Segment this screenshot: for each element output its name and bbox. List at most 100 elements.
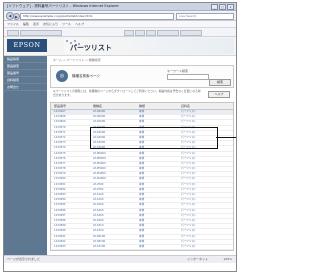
table-cell[interactable]: パーツリスト <box>181 240 197 244</box>
site-header: EPSON パーツリスト <box>4 37 236 56</box>
print-icon[interactable] <box>146 30 156 36</box>
banner: パーツリスト <box>64 38 234 54</box>
table-cell: 1234580 <box>54 177 66 181</box>
menu-favorites[interactable]: お気に入り <box>43 22 58 26</box>
maximize-button[interactable]: □ <box>219 4 226 10</box>
page-title: パーツリスト <box>70 44 112 52</box>
favorites-icon[interactable] <box>7 30 19 36</box>
table-cell[interactable]: パーツリスト <box>181 229 197 233</box>
table-cell[interactable]: パーツリスト <box>181 172 197 176</box>
table-cell: 1234575 <box>54 151 66 155</box>
feed-icon[interactable] <box>135 30 145 36</box>
table-cell: 本体 <box>139 161 145 165</box>
table-cell: LP-S200 <box>93 203 104 207</box>
table-cell[interactable]: パーツリスト <box>181 198 197 202</box>
table-cell[interactable]: パーツリスト <box>181 219 197 223</box>
tab-current[interactable] <box>20 30 62 36</box>
sidebar-item-products[interactable]: 製品情報 <box>4 56 47 63</box>
menu-file[interactable]: ファイル <box>7 22 19 26</box>
sidebar-item-contact[interactable]: お問合せ <box>4 84 47 91</box>
minimize-button[interactable]: _ <box>211 4 218 10</box>
table-cell: LP-S310 <box>93 224 104 228</box>
table-cell: 1234591 <box>54 234 66 238</box>
table-cell: 本体 <box>139 218 145 222</box>
table-cell: 本体 <box>139 167 145 171</box>
site-logo[interactable]: EPSON <box>7 39 47 52</box>
search-panel: ◎ 機種名検索ページ キーワード検索 検索 <box>50 65 234 88</box>
search-button[interactable]: 検索 <box>209 79 231 86</box>
address-field[interactable]: http://www.example.co.jp/parts/list/inde… <box>20 12 174 20</box>
sidebar-item-part-number[interactable]: 部品番号 <box>4 70 47 77</box>
table-cell: LP-M4000 <box>93 172 106 176</box>
sidebar-item-documents[interactable]: 資料検索 <box>4 77 47 84</box>
menu-view[interactable]: 表示 <box>33 22 39 26</box>
keyword-input[interactable] <box>167 74 209 80</box>
table-cell: 1234592 <box>54 239 66 243</box>
table-cell[interactable]: パーツリスト <box>181 193 197 197</box>
table-cell[interactable]: パーツリスト <box>181 115 197 119</box>
table-row[interactable]: 1234593 LP-S7100 本体 パーツリスト <box>51 245 233 251</box>
table-cell[interactable]: パーツリスト <box>181 224 197 228</box>
search-input[interactable]: Live Search <box>176 12 234 20</box>
table-cell[interactable]: パーツリスト <box>181 162 197 166</box>
close-button[interactable]: x <box>227 4 234 10</box>
zoom-level[interactable]: 100% <box>223 256 232 263</box>
parts-table: 部品番号 機種名 種類 資料名 1234567 LP-S6000 本体 パーツリスト 1… <box>50 102 234 252</box>
keyword-label: キーワード検索 <box>167 69 189 73</box>
table-cell: 本体 <box>139 177 145 181</box>
table-cell[interactable]: パーツリスト <box>181 157 197 161</box>
table-cell: LP-M4000 <box>93 177 106 181</box>
table-cell[interactable]: パーツリスト <box>181 245 197 249</box>
table-cell[interactable]: パーツリスト <box>181 188 197 192</box>
menu-edit[interactable]: 編集 <box>23 22 29 26</box>
table-cell: 1234573 <box>54 141 66 145</box>
table-cell: 1234576 <box>54 156 66 160</box>
table-cell[interactable]: パーツリスト <box>181 152 197 156</box>
address-bar-row: ◀ ▶ http://www.example.co.jp/parts/list/… <box>4 11 236 21</box>
table-cell: 1234581 <box>54 182 66 186</box>
table-cell: 1234570 <box>54 125 66 129</box>
status-text: ページが表示されました <box>7 257 40 261</box>
column-header[interactable]: 部品番号 <box>54 103 66 109</box>
column-header[interactable]: 種類 <box>139 103 145 109</box>
table-cell: 本体 <box>139 115 145 119</box>
table-cell[interactable]: パーツリスト <box>181 203 197 207</box>
table-cell[interactable]: パーツリスト <box>181 183 197 187</box>
menu-help[interactable]: ヘルプ <box>75 22 84 26</box>
table-cell: 1234571 <box>54 130 66 134</box>
status-bar: ページが表示されました インターネット 100% <box>4 255 236 263</box>
sidebar-item-parts-search[interactable]: 部品検索 <box>4 63 47 70</box>
table-cell: LP-S200 <box>93 208 104 212</box>
column-header[interactable]: 機種名 <box>93 103 102 109</box>
breadcrumb: ホーム > パーツリスト > 機種検索 <box>53 58 101 62</box>
help-button[interactable]: ヘルプ <box>208 91 230 98</box>
table-cell: 本体 <box>139 234 145 238</box>
table-cell: 1234584 <box>54 198 66 202</box>
table-cell: 1234589 <box>54 224 66 228</box>
web-page: EPSON パーツリスト 製品情報 部品検索 部品番号 資料検索 お問合せ ホー… <box>4 37 236 263</box>
title-bar: [ソフトウェア] - 資料番号パーツリスト - Windows Internet… <box>4 3 236 11</box>
table-cell: 1234582 <box>54 187 66 191</box>
table-cell: 本体 <box>139 156 145 160</box>
menu-tools[interactable]: ツール <box>62 22 71 26</box>
table-cell[interactable]: パーツリスト <box>181 177 197 181</box>
search-panel-icon: ◎ <box>56 70 68 82</box>
table-cell[interactable]: パーツリスト <box>181 214 197 218</box>
column-header[interactable]: 資料名 <box>181 103 190 109</box>
callout-highlight-box <box>90 127 218 149</box>
page-menu[interactable] <box>157 30 179 36</box>
table-cell[interactable]: パーツリスト <box>181 167 197 171</box>
table-cell: LP-M6000 <box>93 156 106 160</box>
forward-button[interactable]: ▶ <box>13 12 20 20</box>
table-cell[interactable]: パーツリスト <box>181 235 197 239</box>
home-icon[interactable] <box>124 30 134 36</box>
table-cell[interactable]: パーツリスト <box>181 110 197 114</box>
toolbar <box>4 28 236 37</box>
tools-menu[interactable] <box>180 30 202 36</box>
table-cell: LP-S300 <box>93 213 104 217</box>
table-cell[interactable]: パーツリスト <box>181 209 197 213</box>
table-cell: 本体 <box>139 229 145 233</box>
callout-line <box>216 137 236 138</box>
table-cell: 1234579 <box>54 172 66 176</box>
table-cell[interactable]: パーツリスト <box>181 120 197 124</box>
